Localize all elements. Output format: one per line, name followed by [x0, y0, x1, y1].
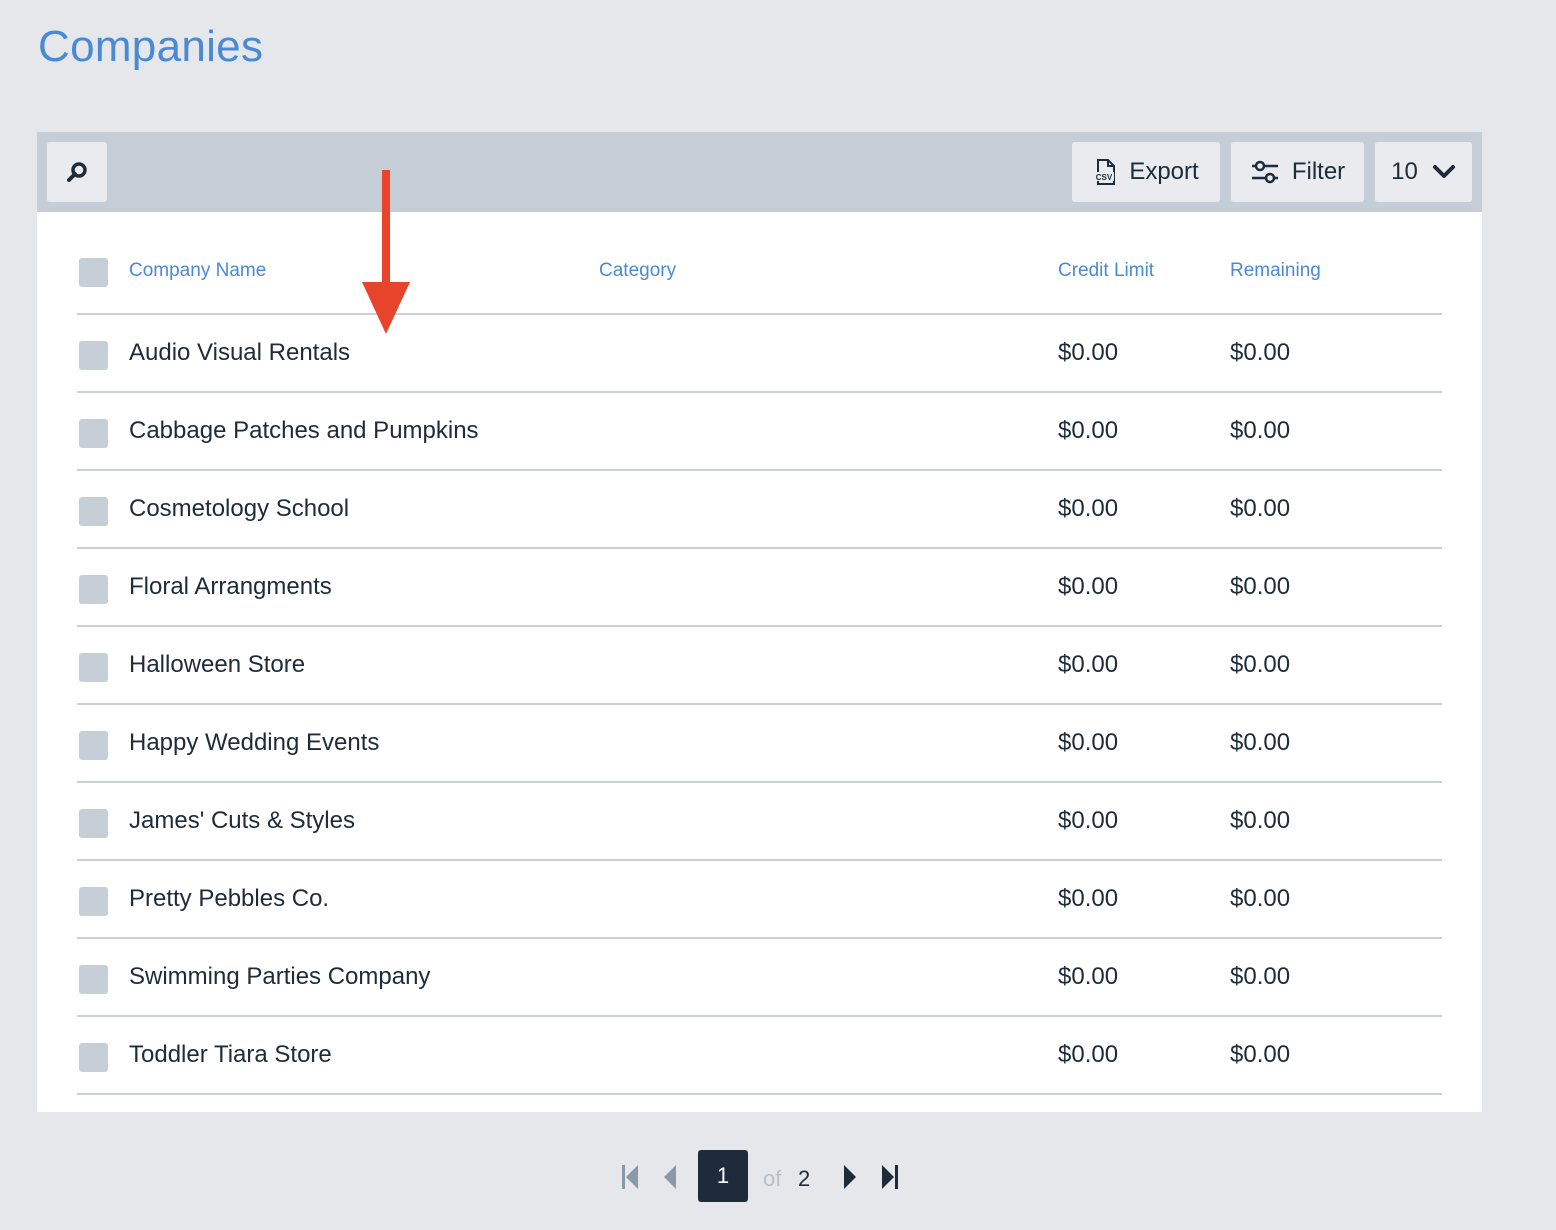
- row-checkbox[interactable]: [79, 1043, 108, 1072]
- company-name-cell: Cosmetology School: [129, 495, 350, 522]
- row-checkbox[interactable]: [79, 419, 108, 448]
- table-row[interactable]: Audio Visual Rentals $0.00 $0.00: [77, 315, 1442, 393]
- remaining-cell: $0.00: [1230, 807, 1291, 834]
- sliders-icon: [1251, 160, 1278, 184]
- company-name-cell: Cabbage Patches and Pumpkins: [129, 417, 479, 444]
- remaining-cell: $0.00: [1230, 495, 1291, 522]
- next-page-icon[interactable]: [842, 1164, 858, 1190]
- row-checkbox[interactable]: [79, 809, 108, 838]
- row-checkbox[interactable]: [79, 731, 108, 760]
- companies-panel: CSV Export Filter 10 Company Name Catego…: [37, 132, 1482, 1112]
- annotation-arrow-icon: [362, 170, 410, 334]
- remaining-cell: $0.00: [1230, 1041, 1291, 1068]
- search-button[interactable]: [47, 142, 107, 202]
- chevron-down-icon: [1432, 165, 1455, 178]
- company-name-cell: Pretty Pebbles Co.: [129, 885, 330, 912]
- company-name-cell: Toddler Tiara Store: [129, 1041, 332, 1068]
- row-checkbox[interactable]: [79, 653, 108, 682]
- prev-page-icon[interactable]: [662, 1164, 678, 1190]
- table-row[interactable]: Halloween Store $0.00 $0.00: [77, 627, 1442, 705]
- first-page-icon[interactable]: [620, 1164, 640, 1190]
- credit-limit-cell: $0.00: [1058, 963, 1119, 990]
- credit-limit-cell: $0.00: [1058, 417, 1119, 444]
- row-checkbox[interactable]: [79, 575, 108, 604]
- select-all-checkbox[interactable]: [79, 258, 108, 287]
- filter-button[interactable]: Filter: [1231, 142, 1364, 202]
- credit-limit-cell: $0.00: [1058, 573, 1119, 600]
- company-name-cell: Swimming Parties Company: [129, 963, 431, 990]
- export-button[interactable]: CSV Export: [1072, 142, 1220, 202]
- total-pages: 2: [798, 1166, 811, 1191]
- remaining-cell: $0.00: [1230, 339, 1291, 366]
- column-header-company-name[interactable]: Company Name: [129, 260, 266, 282]
- row-checkbox[interactable]: [79, 497, 108, 526]
- page-size-select[interactable]: 10: [1375, 142, 1472, 202]
- remaining-cell: $0.00: [1230, 963, 1291, 990]
- table-row[interactable]: Cabbage Patches and Pumpkins $0.00 $0.00: [77, 393, 1442, 471]
- company-name-cell: Happy Wedding Events: [129, 729, 380, 756]
- remaining-cell: $0.00: [1230, 651, 1291, 678]
- credit-limit-cell: $0.00: [1058, 495, 1119, 522]
- column-header-credit-limit[interactable]: Credit Limit: [1058, 260, 1154, 282]
- remaining-cell: $0.00: [1230, 417, 1291, 444]
- row-checkbox[interactable]: [79, 965, 108, 994]
- credit-limit-cell: $0.00: [1058, 651, 1119, 678]
- last-page-icon[interactable]: [880, 1164, 900, 1190]
- table-row[interactable]: James' Cuts & Styles $0.00 $0.00: [77, 783, 1442, 861]
- row-checkbox[interactable]: [79, 341, 108, 370]
- page-title: Companies: [38, 22, 264, 71]
- csv-file-icon: CSV: [1094, 159, 1116, 185]
- company-name-cell: Audio Visual Rentals: [129, 339, 351, 366]
- company-name-cell: Halloween Store: [129, 651, 306, 678]
- table-row[interactable]: Swimming Parties Company $0.00 $0.00: [77, 939, 1442, 1017]
- current-page-button[interactable]: 1: [698, 1150, 748, 1202]
- table-header: Company Name Category Credit Limit Remai…: [77, 232, 1442, 315]
- company-name-cell: Floral Arrangments: [129, 573, 332, 600]
- pagination: 1 of 2: [0, 1150, 1556, 1202]
- table-row[interactable]: Toddler Tiara Store $0.00 $0.00: [77, 1017, 1442, 1095]
- page-of-label: of: [763, 1166, 782, 1191]
- company-name-cell: James' Cuts & Styles: [129, 807, 355, 834]
- page-size-value: 10: [1391, 158, 1418, 185]
- export-label: Export: [1129, 158, 1199, 185]
- csv-icon-text: CSV: [1096, 173, 1113, 182]
- search-icon: [67, 162, 87, 182]
- table-row[interactable]: Cosmetology School $0.00 $0.00: [77, 471, 1442, 549]
- credit-limit-cell: $0.00: [1058, 339, 1119, 366]
- credit-limit-cell: $0.00: [1058, 885, 1119, 912]
- credit-limit-cell: $0.00: [1058, 807, 1119, 834]
- credit-limit-cell: $0.00: [1058, 729, 1119, 756]
- table-row[interactable]: Pretty Pebbles Co. $0.00 $0.00: [77, 861, 1442, 939]
- remaining-cell: $0.00: [1230, 885, 1291, 912]
- column-header-category[interactable]: Category: [599, 260, 676, 282]
- row-checkbox[interactable]: [79, 887, 108, 916]
- table-row[interactable]: Happy Wedding Events $0.00 $0.00: [77, 705, 1442, 783]
- column-header-remaining[interactable]: Remaining: [1230, 260, 1321, 282]
- filter-label: Filter: [1291, 158, 1346, 185]
- table-toolbar: CSV Export Filter 10: [37, 132, 1482, 212]
- credit-limit-cell: $0.00: [1058, 1041, 1119, 1068]
- table-row[interactable]: Floral Arrangments $0.00 $0.00: [77, 549, 1442, 627]
- remaining-cell: $0.00: [1230, 573, 1291, 600]
- remaining-cell: $0.00: [1230, 729, 1291, 756]
